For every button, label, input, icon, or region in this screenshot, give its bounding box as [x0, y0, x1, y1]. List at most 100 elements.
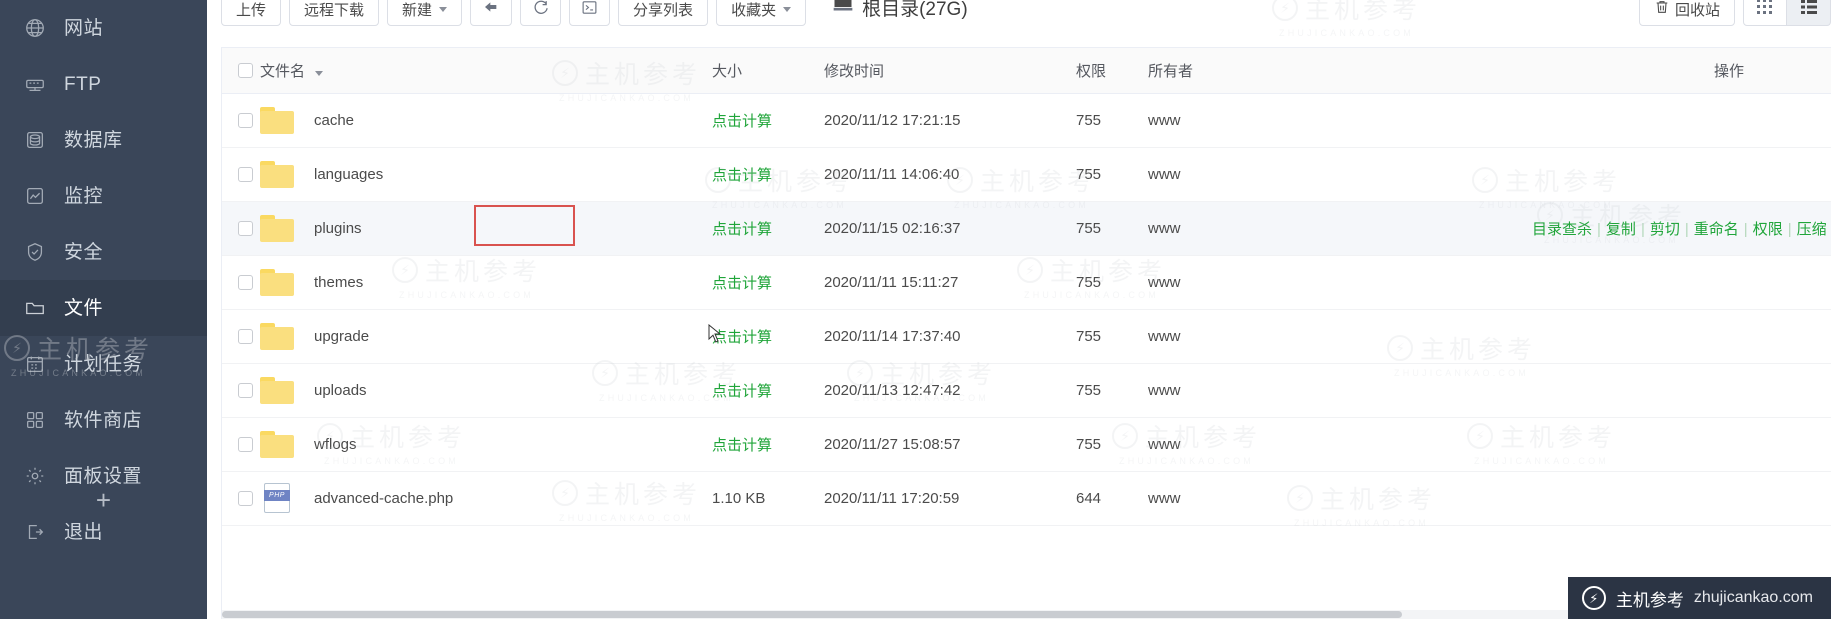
calculate-size-link[interactable]: 点击计算: [712, 167, 772, 184]
row-checkbox[interactable]: [238, 436, 253, 452]
monitor-icon: [22, 183, 48, 209]
row-checkbox[interactable]: [238, 166, 253, 182]
calculate-size-link[interactable]: 点击计算: [712, 113, 772, 130]
upload-button[interactable]: 上传: [221, 0, 282, 26]
column-owner[interactable]: 所有者: [1148, 48, 1328, 94]
column-operations-label: 操作: [1714, 62, 1745, 80]
file-permission[interactable]: 755: [1076, 147, 1148, 202]
scrollbar-thumb[interactable]: [222, 611, 1402, 618]
file-name-cell[interactable]: plugins: [260, 214, 712, 242]
file-name-cell[interactable]: uploads: [260, 376, 712, 404]
file-name-cell[interactable]: themes: [260, 268, 712, 296]
row-checkbox[interactable]: [238, 112, 253, 128]
op-rename-link[interactable]: 重命名: [1694, 221, 1739, 238]
sidebar-item-files[interactable]: 文件: [0, 280, 207, 336]
file-owner[interactable]: www: [1148, 93, 1328, 148]
column-size[interactable]: 大小: [712, 48, 824, 94]
sidebar-item-label: 面板设置: [64, 465, 143, 487]
recycle-bin-label: 回收站: [1674, 1, 1720, 19]
row-checkbox[interactable]: [238, 382, 253, 398]
file-name-cell[interactable]: cache: [260, 106, 712, 134]
file-name-cell[interactable]: upgrade: [260, 322, 712, 350]
calculate-size-link[interactable]: 点击计算: [712, 437, 772, 454]
sidebar-item-website[interactable]: 网站: [0, 0, 207, 56]
terminal-button[interactable]: [569, 0, 611, 26]
arrow-left-icon: [482, 0, 500, 19]
file-name: plugins: [314, 219, 362, 237]
file-name-cell[interactable]: wflogs: [260, 430, 712, 458]
sidebar-item-cron[interactable]: 计划任务: [0, 336, 207, 392]
file-owner[interactable]: www: [1148, 201, 1328, 256]
grid-view-button[interactable]: [1743, 0, 1787, 26]
op-copy-link[interactable]: 复制: [1606, 221, 1636, 238]
row-checkbox[interactable]: [238, 220, 253, 236]
row-checkbox[interactable]: [238, 328, 253, 344]
calculate-size-link[interactable]: 点击计算: [712, 329, 772, 346]
table-row[interactable]: upgrade 点击计算 2020/11/14 17:37:40 755 www: [222, 309, 1831, 364]
sidebar-add-button[interactable]: +: [0, 487, 207, 513]
file-owner[interactable]: www: [1148, 363, 1328, 418]
op-permission-link[interactable]: 权限: [1753, 221, 1783, 238]
file-name-cell[interactable]: languages: [260, 160, 712, 188]
table-row[interactable]: languages 点击计算 2020/11/11 14:06:40 755 w…: [222, 147, 1831, 202]
refresh-button[interactable]: [520, 0, 562, 26]
file-owner[interactable]: www: [1148, 417, 1328, 472]
file-owner[interactable]: www: [1148, 471, 1328, 526]
file-toolbar: 上传 远程下载 新建 分享列表 收藏夹 根目录(27G) 回收站: [207, 0, 1831, 41]
sidebar-item-label: 数据库: [64, 129, 123, 151]
sidebar-item-ftp[interactable]: FTP: [0, 56, 207, 112]
file-owner[interactable]: www: [1148, 309, 1328, 364]
share-list-button[interactable]: 分享列表: [618, 0, 709, 26]
file-name-cell[interactable]: PHP advanced-cache.php: [260, 483, 712, 513]
op-cut-link[interactable]: 剪切: [1650, 221, 1680, 238]
calculate-size-link[interactable]: 点击计算: [712, 383, 772, 400]
file-permission[interactable]: 755: [1076, 363, 1148, 418]
folder-icon: [260, 268, 294, 296]
sidebar-item-monitor[interactable]: 监控: [0, 168, 207, 224]
breadcrumb[interactable]: 根目录(27G): [832, 0, 968, 21]
file-mtime: 2020/11/14 17:37:40: [824, 309, 1076, 364]
file-permission[interactable]: 755: [1076, 255, 1148, 310]
column-permission[interactable]: 权限: [1076, 48, 1148, 94]
table-row[interactable]: wflogs 点击计算 2020/11/27 15:08:57 755 www: [222, 417, 1831, 472]
remote-download-button[interactable]: 远程下载: [289, 0, 380, 26]
appstore-icon: [22, 407, 48, 433]
file-owner[interactable]: www: [1148, 147, 1328, 202]
calculate-size-link[interactable]: 点击计算: [712, 221, 772, 238]
globe-icon: [22, 15, 48, 41]
select-all-header: [222, 48, 260, 94]
column-filename[interactable]: 文件名: [260, 48, 712, 94]
favorites-button[interactable]: 收藏夹: [716, 0, 807, 26]
file-owner[interactable]: www: [1148, 255, 1328, 310]
op-compress-link[interactable]: 压缩: [1797, 221, 1827, 238]
back-button[interactable]: [470, 0, 513, 26]
file-name: themes: [314, 273, 364, 291]
table-row[interactable]: PHP advanced-cache.php 1.10 KB 2020/11/1…: [222, 471, 1831, 526]
table-row[interactable]: plugins 点击计算 2020/11/15 02:16:37 755 www…: [222, 201, 1831, 256]
table-row[interactable]: themes 点击计算 2020/11/11 15:11:27 755 www: [222, 255, 1831, 310]
op-scan-link[interactable]: 目录查杀: [1532, 221, 1592, 238]
recycle-bin-button[interactable]: 回收站: [1638, 0, 1735, 26]
column-filename-label: 文件名: [260, 62, 306, 80]
file-permission[interactable]: 755: [1076, 93, 1148, 148]
file-permission[interactable]: 644: [1076, 471, 1148, 526]
row-checkbox[interactable]: [238, 490, 253, 506]
select-all-checkbox[interactable]: [238, 62, 253, 78]
file-manager-app: 网站 FTP 数据库 监控 安全 文件 计划任务 软件商店 面板设置 退出 + …: [0, 0, 1831, 619]
new-button[interactable]: 新建: [387, 0, 463, 26]
calculate-size-link[interactable]: 点击计算: [712, 275, 772, 292]
file-permission[interactable]: 755: [1076, 309, 1148, 364]
list-view-button[interactable]: [1787, 0, 1831, 26]
database-icon: [22, 127, 48, 153]
file-table: 文件名 大小 修改时间 权限 所有者 操作 cache 点击计算 2020/11…: [222, 48, 1831, 526]
sidebar-item-security[interactable]: 安全: [0, 224, 207, 280]
column-mtime[interactable]: 修改时间: [824, 48, 1076, 94]
file-permission[interactable]: 755: [1076, 201, 1148, 256]
row-operations: 目录查杀|复制|剪切|重命名|权限|压缩|删: [1532, 220, 1827, 238]
file-permission[interactable]: 755: [1076, 417, 1148, 472]
sidebar-item-appstore[interactable]: 软件商店: [0, 392, 207, 448]
row-checkbox[interactable]: [238, 274, 253, 290]
sidebar-item-database[interactable]: 数据库: [0, 112, 207, 168]
table-row[interactable]: uploads 点击计算 2020/11/13 12:47:42 755 www: [222, 363, 1831, 418]
table-row[interactable]: cache 点击计算 2020/11/12 17:21:15 755 www: [222, 93, 1831, 148]
